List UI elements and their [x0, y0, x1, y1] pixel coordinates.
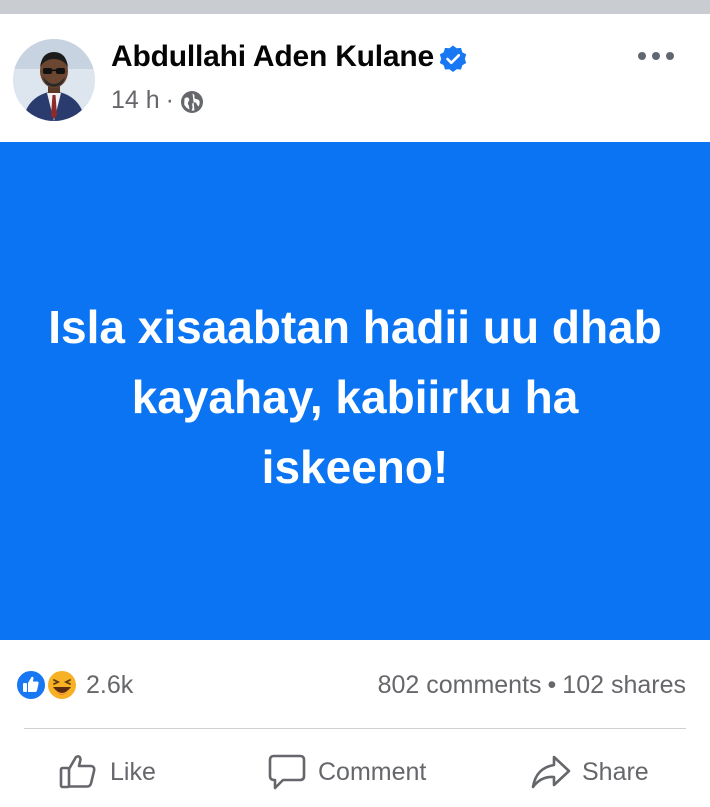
post-stats: 2.6k 802 comments • 102 shares: [0, 640, 710, 728]
like-reaction-icon: [15, 669, 47, 701]
post-header: Abdullahi Aden Kulane 14 h ·: [0, 14, 710, 142]
comment-label: Comment: [318, 757, 427, 786]
like-label: Like: [110, 757, 156, 786]
share-arrow-icon: [531, 755, 571, 789]
top-divider-strip: [0, 0, 710, 14]
author-name[interactable]: Abdullahi Aden Kulane: [111, 40, 434, 74]
avatar[interactable]: [13, 39, 95, 121]
verified-badge-icon: [438, 44, 468, 74]
post-text-card[interactable]: Isla xisaabtan hadii uu dhab kayahay, ka…: [0, 142, 710, 640]
post-meta: 14 h ·: [111, 86, 204, 115]
comment-bubble-icon: [268, 754, 306, 790]
meta-separator: ·: [165, 86, 174, 114]
shares-count[interactable]: 102 shares: [562, 671, 686, 699]
post-timestamp[interactable]: 14 h: [111, 86, 160, 115]
post-actions-bar: Like Comment Share: [0, 729, 710, 807]
engagement-counts: 802 comments • 102 shares: [378, 671, 686, 700]
globe-icon: [180, 90, 204, 114]
haha-reaction-icon: [46, 669, 78, 701]
comments-count[interactable]: 802 comments: [378, 671, 542, 699]
more-options-button[interactable]: [634, 44, 678, 68]
comment-button[interactable]: Comment: [266, 751, 426, 793]
reaction-icons[interactable]: [14, 668, 80, 702]
post-text: Isla xisaabtan hadii uu dhab kayahay, ka…: [48, 301, 662, 493]
thumbs-up-icon: [59, 755, 96, 789]
stats-separator: •: [547, 671, 557, 699]
profile-photo: [13, 39, 95, 121]
reaction-count[interactable]: 2.6k: [86, 671, 133, 700]
share-button[interactable]: Share: [530, 751, 649, 793]
more-dots-icon: [638, 52, 674, 60]
share-label: Share: [582, 757, 649, 786]
like-button[interactable]: Like: [58, 751, 156, 793]
